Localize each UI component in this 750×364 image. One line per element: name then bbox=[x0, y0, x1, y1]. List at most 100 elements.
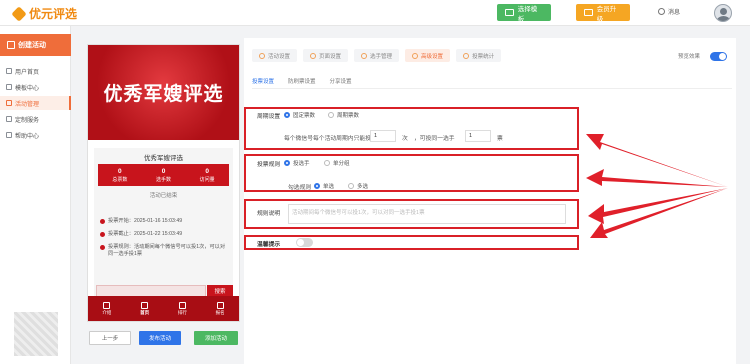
vote-contestant-radio[interactable]: 投选手 bbox=[284, 159, 310, 167]
step-label: 页面设置 bbox=[319, 53, 342, 60]
rule-label: 投票规则 bbox=[257, 162, 281, 168]
step-activity-settings[interactable]: 活动设置 bbox=[252, 49, 298, 62]
rule-description-textarea[interactable]: 活动期间每个微信号可以投1次，可以对同一选手投1票 bbox=[288, 204, 566, 224]
add-activity-button[interactable]: 添加活动 bbox=[194, 331, 238, 345]
message-icon bbox=[658, 8, 665, 15]
info-end: 投票截止：2025-01-22 15:03:49 bbox=[100, 231, 230, 238]
step-icon bbox=[259, 52, 265, 59]
tip-toggle[interactable] bbox=[296, 238, 313, 247]
step-icon bbox=[463, 52, 470, 59]
clock-icon bbox=[100, 219, 105, 224]
info-start: 投票开始：2025-01-16 15:03:49 bbox=[100, 218, 230, 225]
step-label: 高级设置 bbox=[421, 53, 444, 60]
message-link[interactable]: 消息 bbox=[658, 7, 680, 16]
prev-step-button[interactable]: 上一步 bbox=[89, 331, 131, 345]
tab-ranking[interactable]: 排行 bbox=[178, 302, 187, 316]
arrow-3-icon bbox=[588, 188, 728, 224]
cycle-votes-radio[interactable]: 周期票数 bbox=[328, 111, 359, 119]
tab-intro[interactable]: 介绍 bbox=[102, 302, 111, 316]
arrow-2-icon bbox=[586, 169, 728, 187]
stat-label: 访问量 bbox=[199, 176, 215, 183]
stat-value: 0 bbox=[118, 167, 122, 175]
step-label: 活动设置 bbox=[268, 53, 291, 60]
logo-icon bbox=[11, 5, 27, 22]
preview-toggle[interactable] bbox=[710, 52, 727, 61]
choose-template-label: 选择模板 bbox=[517, 5, 538, 23]
sidebar-item-help[interactable]: 帮助中心 bbox=[0, 128, 71, 142]
step-label: 选手管理 bbox=[370, 53, 393, 60]
votes-input[interactable]: 1 bbox=[465, 130, 491, 142]
message-label: 消息 bbox=[668, 10, 681, 16]
stats-bar: 0 总票数 0 选手数 0 访问量 bbox=[98, 164, 229, 186]
step-label: 投票统计 bbox=[472, 53, 495, 60]
highlight-box bbox=[244, 235, 579, 250]
signup-icon bbox=[216, 302, 224, 309]
info-rule: 投票规则：活动期间每个微信号可以投1次，可以对同一选手投1票 bbox=[100, 244, 230, 258]
stat-value: 0 bbox=[161, 167, 166, 175]
vip-upgrade-button[interactable]: 会员升级 bbox=[576, 4, 630, 23]
logo[interactable]: 优元评选 bbox=[11, 5, 77, 22]
folder-icon bbox=[6, 84, 12, 90]
publish-button[interactable]: 发布活动 bbox=[139, 331, 181, 345]
banner: 优秀军嫂评选 bbox=[88, 45, 239, 140]
radio-label: 固定票数 bbox=[293, 113, 316, 119]
annotation-arrows bbox=[586, 134, 728, 238]
home-icon bbox=[6, 68, 12, 74]
stat-contestants: 0 选手数 bbox=[142, 164, 186, 186]
tab-signup[interactable]: 报名 bbox=[216, 302, 225, 316]
multi-choice-radio[interactable]: 多选 bbox=[348, 182, 368, 190]
step-contestants[interactable]: 选手管理 bbox=[354, 49, 400, 62]
ended-status: 活动已结束 bbox=[149, 193, 178, 199]
divider bbox=[252, 88, 732, 89]
stat-label: 选手数 bbox=[156, 176, 172, 183]
times-unit: 次 bbox=[402, 136, 408, 142]
radio-icon bbox=[348, 183, 354, 189]
tab-label: 报名 bbox=[215, 310, 225, 315]
step-vote-stats[interactable]: 投票统计 bbox=[456, 49, 502, 62]
home-icon bbox=[141, 302, 149, 309]
single-choice-radio[interactable]: 单选 bbox=[314, 182, 334, 190]
radio-icon bbox=[284, 112, 290, 118]
radio-icon bbox=[328, 112, 334, 118]
vip-upgrade-label: 会员升级 bbox=[596, 5, 617, 23]
step-icon bbox=[310, 52, 317, 59]
cycle-label: 周期设置 bbox=[257, 114, 281, 120]
info-text: 投票截止：2025-01-22 15:03:49 bbox=[108, 231, 183, 237]
tab-home[interactable]: 首页 bbox=[140, 302, 149, 316]
radio-icon bbox=[324, 160, 330, 166]
qr-code-image bbox=[14, 312, 58, 356]
rule-icon bbox=[100, 245, 105, 250]
radio-icon bbox=[314, 183, 320, 189]
tab-label: 介绍 bbox=[102, 310, 112, 315]
step-icon bbox=[412, 52, 419, 59]
sidebar-item-custom-service[interactable]: 定制服务 bbox=[0, 112, 71, 126]
sidebar-item-activity-management[interactable]: 活动管理 bbox=[0, 96, 71, 110]
create-activity-button[interactable]: 创建活动 bbox=[0, 34, 71, 56]
sidebar-item-home[interactable]: 用户首页 bbox=[0, 64, 71, 78]
avatar[interactable] bbox=[714, 4, 732, 22]
info-text: 投票开始：2025-01-16 15:03:49 bbox=[108, 218, 183, 224]
single-group-radio[interactable]: 单分组 bbox=[324, 159, 350, 167]
sidebar-item-label: 帮助中心 bbox=[15, 133, 40, 140]
cycle-desc: 每个微信号每个活动周期内只能投 bbox=[284, 136, 371, 142]
radio-icon bbox=[284, 160, 290, 166]
choose-template-button[interactable]: 选择模板 bbox=[497, 4, 551, 23]
stat-label: 总票数 bbox=[112, 176, 128, 183]
step-advanced-settings[interactable]: 高级设置 bbox=[405, 49, 451, 62]
votes-unit: 票 bbox=[497, 136, 503, 142]
top-bar: 优元评选 选择模板 会员升级 消息 bbox=[0, 0, 750, 26]
sidebar-item-label: 活动管理 bbox=[15, 101, 40, 108]
radio-label: 单分组 bbox=[333, 161, 350, 167]
times-input[interactable]: 1 bbox=[370, 130, 396, 142]
tab-label: 首页 bbox=[140, 310, 150, 315]
card-title: 优秀军嫂评选 bbox=[144, 155, 183, 162]
step-page-settings[interactable]: 页面设置 bbox=[303, 49, 349, 62]
tab-label: 排行 bbox=[177, 310, 187, 315]
sidebar: 创建活动 用户首页 模板中心 活动管理 定制服务 帮助中心 bbox=[0, 26, 71, 364]
fixed-votes-radio[interactable]: 固定票数 bbox=[284, 111, 315, 119]
step-icon bbox=[361, 52, 368, 59]
vip-icon bbox=[584, 9, 593, 16]
sidebar-item-templates[interactable]: 模板中心 bbox=[0, 80, 71, 94]
template-icon bbox=[505, 9, 514, 16]
stat-value: 0 bbox=[205, 167, 209, 175]
